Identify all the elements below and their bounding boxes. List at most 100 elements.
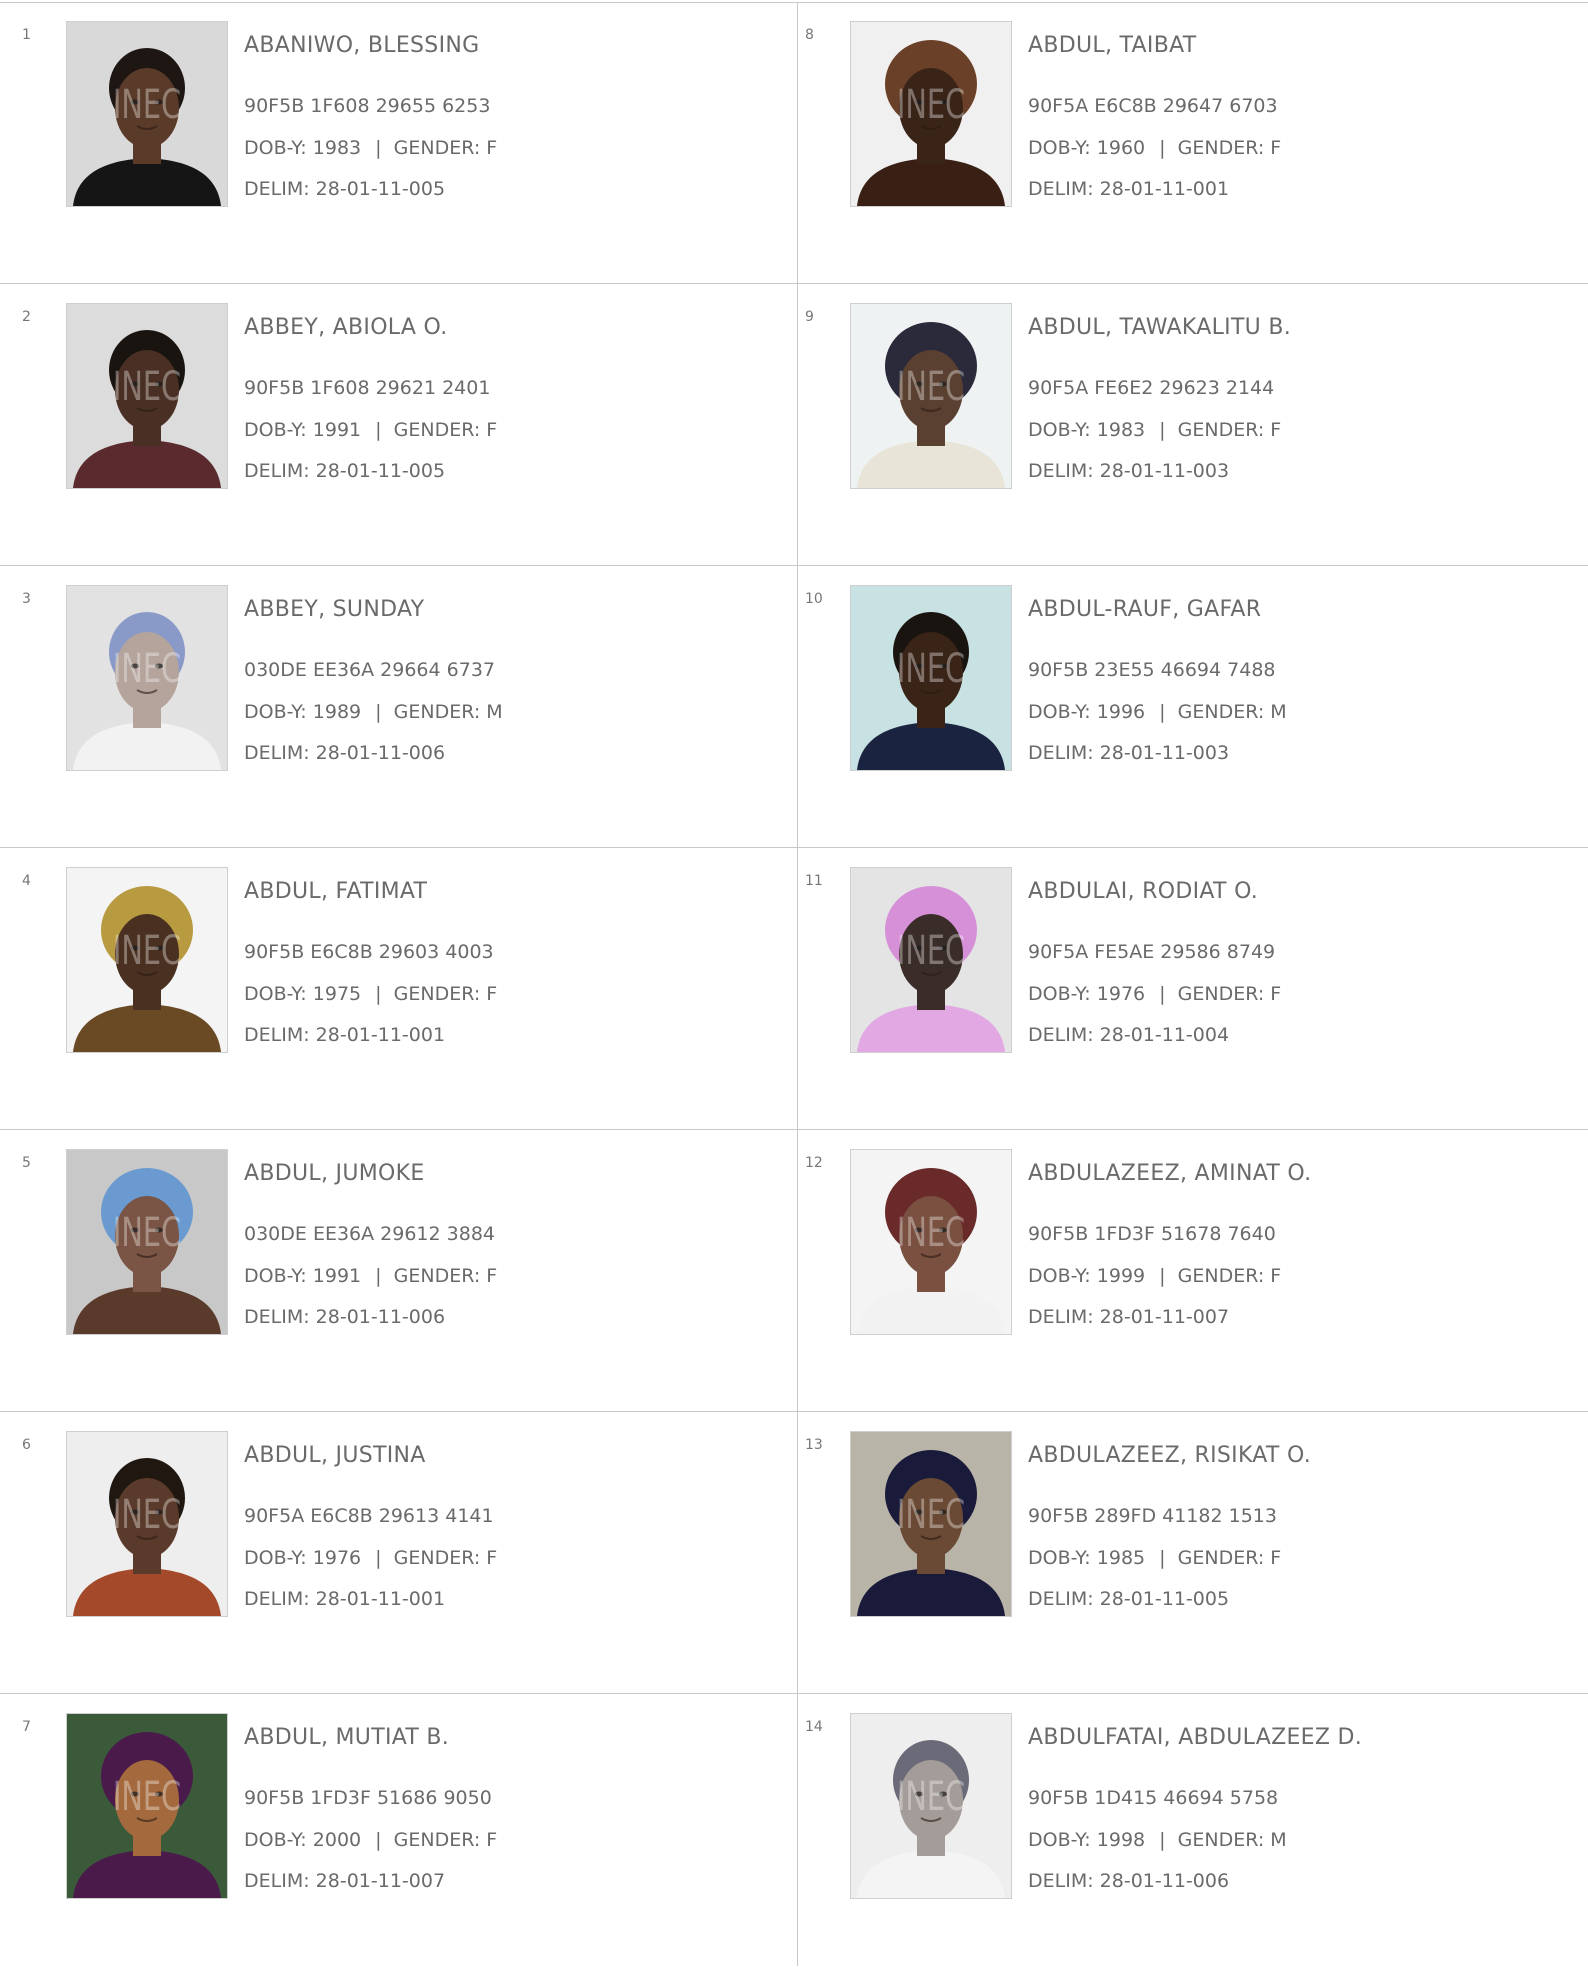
voter-vin: 90F5B 1F608 29655 6253 xyxy=(244,95,491,117)
portrait-graphic: INEC xyxy=(67,1714,227,1898)
delim-line: DELIM: 28-01-11-005 xyxy=(244,459,784,483)
voter-entry-11: 11 INEC ABDULAI, RODIAT O. 90F5A FE5AE 2… xyxy=(798,848,1588,1130)
voter-info: ABANIWO, BLESSING 90F5B 1F608 29655 6253… xyxy=(244,32,784,201)
left-column: 1 INEC ABANIWO, BLESSING 90F5B 1F608 296… xyxy=(0,2,797,1976)
voter-name: ABDULFATAI, ABDULAZEEZ D. xyxy=(1028,1725,1363,1750)
delim-line: DELIM: 28-01-11-001 xyxy=(1028,177,1568,201)
dob-value: 1983 xyxy=(312,137,362,159)
voter-photo: INEC xyxy=(66,1713,228,1899)
delim-line: DELIM: 28-01-11-006 xyxy=(1028,1869,1568,1893)
voter-photo: INEC xyxy=(850,303,1012,489)
voter-vin: 90F5A FE5AE 29586 8749 xyxy=(1028,941,1276,963)
delim-label: DELIM: xyxy=(244,1870,310,1892)
serial-number: 2 xyxy=(22,309,31,325)
gender-label: GENDER: xyxy=(393,1829,481,1851)
delim-value: 28-01-11-003 xyxy=(1099,742,1230,764)
voter-photo: INEC xyxy=(850,1431,1012,1617)
gender-label: GENDER: xyxy=(393,419,481,441)
voter-photo: INEC xyxy=(850,585,1012,771)
delim-value: 28-01-11-001 xyxy=(315,1588,446,1610)
voter-info: ABDULFATAI, ABDULAZEEZ D. 90F5B 1D415 46… xyxy=(1028,1724,1568,1893)
serial-number: 1 xyxy=(22,27,31,43)
dob-label: DOB-Y: xyxy=(244,983,307,1005)
delim-line: DELIM: 28-01-11-004 xyxy=(1028,1023,1568,1047)
delim-value: 28-01-11-005 xyxy=(315,460,446,482)
voter-info: ABBEY, ABIOLA O. 90F5B 1F608 29621 2401 … xyxy=(244,314,784,483)
voter-name: ABDULAZEEZ, AMINAT O. xyxy=(1028,1161,1312,1186)
voter-entry-8: 8 INEC ABDUL, TAIBAT 90F5A E6C8B 29647 6… xyxy=(798,2,1588,284)
delim-label: DELIM: xyxy=(244,1024,310,1046)
separator: | xyxy=(1159,1265,1166,1287)
voter-vin: 90F5B 1D415 46694 5758 xyxy=(1028,1787,1279,1809)
dob-gender-line: DOB-Y: 1989 | GENDER: M xyxy=(244,700,784,724)
right-column: 8 INEC ABDUL, TAIBAT 90F5A E6C8B 29647 6… xyxy=(798,2,1588,1976)
dob-gender-line: DOB-Y: 1975 | GENDER: F xyxy=(244,982,784,1006)
separator: | xyxy=(1159,1829,1166,1851)
delim-label: DELIM: xyxy=(244,178,310,200)
serial-number: 5 xyxy=(22,1155,31,1171)
portrait-graphic: INEC xyxy=(851,1150,1011,1334)
gender-value: M xyxy=(1270,701,1287,723)
serial-number: 11 xyxy=(805,873,823,889)
delim-label: DELIM: xyxy=(1028,178,1094,200)
serial-number: 9 xyxy=(805,309,814,325)
voter-entry-12: 12 INEC ABDULAZEEZ, AMINAT O. 90F5B 1FD3… xyxy=(798,1130,1588,1412)
delim-label: DELIM: xyxy=(244,742,310,764)
voter-info: ABDUL, TAIBAT 90F5A E6C8B 29647 6703 DOB… xyxy=(1028,32,1568,201)
inec-watermark: INEC xyxy=(897,1208,965,1255)
voter-photo: INEC xyxy=(66,21,228,207)
portrait-graphic: INEC xyxy=(851,22,1011,206)
delim-label: DELIM: xyxy=(1028,742,1094,764)
gender-value: F xyxy=(1270,983,1282,1005)
delim-label: DELIM: xyxy=(1028,1588,1094,1610)
separator: | xyxy=(1159,701,1166,723)
voter-vin: 90F5B 23E55 46694 7488 xyxy=(1028,659,1276,681)
portrait-graphic: INEC xyxy=(67,304,227,488)
voter-info: ABDULAI, RODIAT O. 90F5A FE5AE 29586 874… xyxy=(1028,878,1568,1047)
voter-entry-1: 1 INEC ABANIWO, BLESSING 90F5B 1F608 296… xyxy=(0,2,797,284)
voter-vin: 90F5B E6C8B 29603 4003 xyxy=(244,941,494,963)
gender-value: F xyxy=(486,137,498,159)
voter-register-sheet: 1 INEC ABANIWO, BLESSING 90F5B 1F608 296… xyxy=(0,0,1588,1966)
separator: | xyxy=(375,137,382,159)
voter-photo: INEC xyxy=(66,1149,228,1335)
dob-gender-line: DOB-Y: 2000 | GENDER: F xyxy=(244,1828,784,1852)
voter-entry-5: 5 INEC ABDUL, JUMOKE 030DE EE36A 29612 3… xyxy=(0,1130,797,1412)
dob-value: 1960 xyxy=(1096,137,1146,159)
gender-label: GENDER: xyxy=(1177,419,1265,441)
voter-photo: INEC xyxy=(850,1713,1012,1899)
gender-label: GENDER: xyxy=(1177,701,1265,723)
voter-vin: 90F5A E6C8B 29647 6703 xyxy=(1028,95,1278,117)
delim-value: 28-01-11-004 xyxy=(1099,1024,1230,1046)
portrait-graphic: INEC xyxy=(851,1432,1011,1616)
portrait-graphic: INEC xyxy=(67,1150,227,1334)
dob-label: DOB-Y: xyxy=(244,137,307,159)
inec-watermark: INEC xyxy=(113,1772,181,1819)
dob-gender-line: DOB-Y: 1999 | GENDER: F xyxy=(1028,1264,1568,1288)
voter-name: ABDUL, FATIMAT xyxy=(244,879,428,904)
portrait-graphic: INEC xyxy=(67,22,227,206)
delim-line: DELIM: 28-01-11-005 xyxy=(1028,1587,1568,1611)
voter-name: ABDULAZEEZ, RISIKAT O. xyxy=(1028,1443,1311,1468)
separator: | xyxy=(375,701,382,723)
inec-watermark: INEC xyxy=(113,1490,181,1537)
portrait-graphic: INEC xyxy=(67,586,227,770)
dob-label: DOB-Y: xyxy=(244,701,307,723)
inec-watermark: INEC xyxy=(113,362,181,409)
portrait-graphic: INEC xyxy=(67,868,227,1052)
dob-gender-line: DOB-Y: 1983 | GENDER: F xyxy=(1028,418,1568,442)
dob-value: 1999 xyxy=(1096,1265,1146,1287)
voter-name: ABDULAI, RODIAT O. xyxy=(1028,879,1259,904)
inec-watermark: INEC xyxy=(897,362,965,409)
inec-watermark: INEC xyxy=(897,1772,965,1819)
delim-value: 28-01-11-007 xyxy=(1099,1306,1230,1328)
dob-value: 1998 xyxy=(1096,1829,1146,1851)
inec-watermark: INEC xyxy=(113,926,181,973)
separator: | xyxy=(375,419,382,441)
delim-label: DELIM: xyxy=(1028,1306,1094,1328)
inec-watermark: INEC xyxy=(897,1490,965,1537)
voter-info: ABDUL, FATIMAT 90F5B E6C8B 29603 4003 DO… xyxy=(244,878,784,1047)
serial-number: 14 xyxy=(805,1719,823,1735)
delim-label: DELIM: xyxy=(244,460,310,482)
inec-watermark: INEC xyxy=(113,80,181,127)
